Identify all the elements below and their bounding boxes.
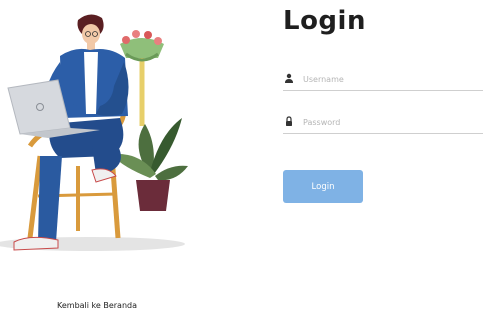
username-field[interactable] <box>283 68 483 91</box>
back-to-home-link[interactable]: Kembali ke Beranda <box>57 301 137 310</box>
potted-plant <box>112 118 188 211</box>
user-icon <box>285 73 293 83</box>
lock-icon <box>286 116 292 126</box>
flower-pot <box>120 30 164 62</box>
login-button[interactable]: Login <box>283 170 363 203</box>
username-input[interactable] <box>303 71 478 87</box>
password-field[interactable] <box>283 111 483 134</box>
login-illustration <box>0 14 188 251</box>
login-title: Login <box>283 6 366 36</box>
password-input[interactable] <box>303 114 478 130</box>
